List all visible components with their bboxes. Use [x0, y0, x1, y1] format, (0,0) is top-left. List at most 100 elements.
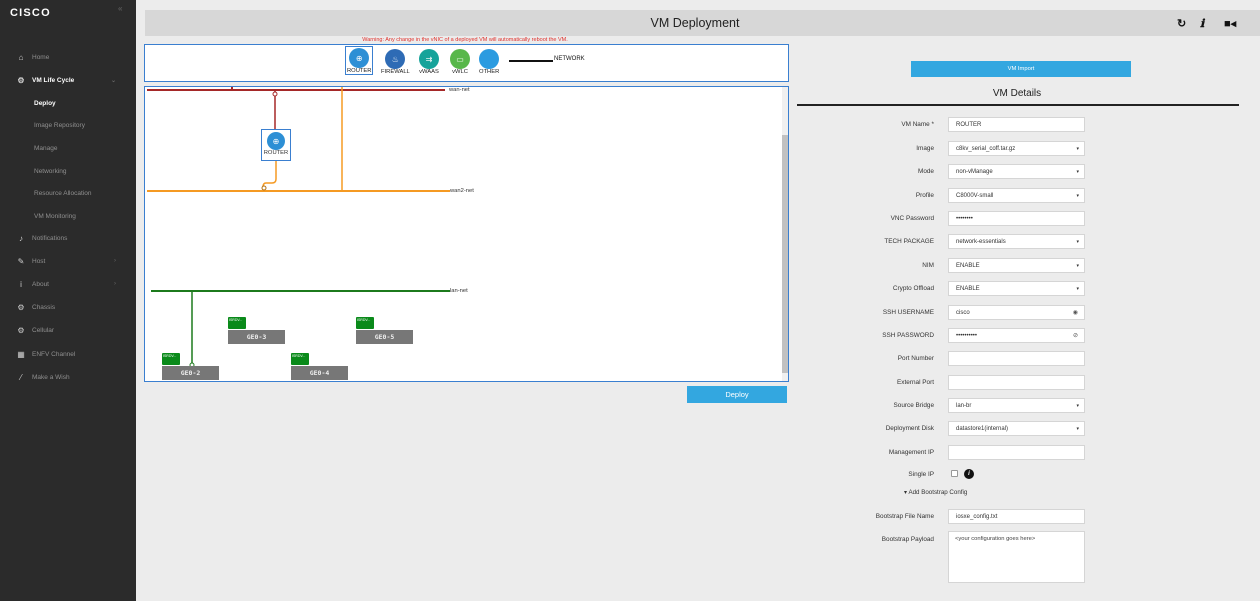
nav-about[interactable]: i About ›: [0, 273, 136, 295]
field-value: cisco: [956, 309, 970, 316]
nav-notifications[interactable]: ♪ Notifications: [0, 227, 136, 249]
palette-vwaas[interactable]: ⇉ vWAAS: [419, 49, 439, 75]
field-label-vnc-password: VNC Password: [890, 215, 934, 222]
cisco-logo: CISCO: [10, 7, 51, 19]
palette-router[interactable]: ⊕ ROUTER: [345, 46, 374, 75]
palette-label: OTHER: [479, 69, 500, 75]
port-number-input[interactable]: [948, 351, 1085, 366]
network-label[interactable]: NETWORK: [554, 56, 585, 62]
eye-slash-icon[interactable]: ⊘: [1073, 332, 1078, 339]
deployment-disk-select[interactable]: datastore1(internal) ▾: [948, 421, 1085, 436]
source-bridge-select[interactable]: lan-br ▾: [948, 398, 1085, 413]
router-node[interactable]: ⊕ ROUTER: [261, 129, 291, 161]
nav-manage[interactable]: Manage: [0, 137, 136, 159]
port-ge0-3[interactable]: GE0-3: [228, 330, 285, 344]
add-bootstrap-toggle[interactable]: ▾ Add Bootstrap Config: [904, 489, 967, 496]
caret-down-icon: ▾: [1076, 402, 1079, 409]
nav-vm-monitoring[interactable]: VM Monitoring: [0, 205, 136, 227]
wan-net-label: wan-net: [449, 87, 470, 93]
port-tab: ISRDV...: [356, 317, 374, 329]
field-label-mode: Mode: [918, 168, 934, 175]
nim-select[interactable]: ENABLE ▾: [948, 258, 1085, 273]
crypto-offload-select[interactable]: ENABLE ▾: [948, 281, 1085, 296]
collapse-icon[interactable]: «: [118, 4, 122, 13]
port-ge0-4[interactable]: GE0-4: [291, 366, 348, 380]
warning-message: Warning: Any change in the vNIC of a dep…: [362, 37, 568, 43]
wan2-port-dot: [261, 185, 267, 191]
management-ip-input[interactable]: [948, 445, 1085, 460]
image-select[interactable]: c8kv_serial_coff.tar.gz ▾: [948, 141, 1085, 156]
nav-image-repository[interactable]: Image Repository: [0, 114, 136, 136]
refresh-icon[interactable]: ↻: [1177, 17, 1186, 30]
ssh-password-input[interactable]: •••••••••• ⊘: [948, 328, 1085, 343]
field-value: ROUTER: [956, 121, 982, 128]
single-ip-checkbox[interactable]: [951, 470, 958, 477]
field-value: datastore1(internal): [956, 425, 1009, 432]
vm-name-input[interactable]: ROUTER: [948, 117, 1085, 132]
field-label-single-ip: Single IP: [908, 471, 934, 478]
nav-label: Networking: [34, 167, 67, 175]
caret-down-icon: ▾: [1076, 192, 1079, 199]
nav-enfv-channel[interactable]: ▦ ENFV Channel: [0, 343, 136, 365]
nav-label: Notifications: [32, 234, 68, 242]
vm-palette: ⊕ ROUTER ♨ FIREWALL ⇉ vWAAS ▭ vWLC OTHER…: [144, 44, 789, 82]
palette-other[interactable]: OTHER: [479, 49, 499, 75]
gear-icon: ⚙: [17, 325, 25, 335]
magic-wand-icon: ⁄: [20, 372, 22, 382]
gear-icon: ⚙: [17, 75, 25, 85]
field-label-management-ip: Management IP: [888, 449, 934, 456]
router-node-label: ROUTER: [263, 150, 289, 156]
caret-down-icon: ▾: [1076, 145, 1079, 152]
palette-vwlc[interactable]: ▭ vWLC: [450, 49, 470, 75]
scroll-thumb[interactable]: [782, 135, 788, 373]
external-port-input[interactable]: [948, 375, 1085, 390]
nav-label: Cellular: [32, 326, 55, 334]
nav-label: Home: [32, 53, 50, 61]
nav-label: Image Repository: [34, 121, 85, 129]
vm-import-button[interactable]: VM Import: [911, 61, 1131, 77]
port-ge0-5[interactable]: GE0-5: [356, 330, 413, 344]
port-tab: ISRDV...: [291, 353, 309, 365]
field-label-vm-name: VM Name *: [901, 121, 934, 128]
field-label-ssh-password: SSH PASSWORD: [882, 332, 934, 339]
ssh-username-input[interactable]: cisco ◉: [948, 305, 1085, 320]
deploy-button[interactable]: Deploy: [687, 386, 787, 403]
nav-cellular[interactable]: ⚙ Cellular: [0, 319, 136, 341]
topology-canvas[interactable]: wan-net wan2-net lan-net ⊕ ROUTER ISRDV.…: [144, 86, 789, 382]
field-label-source-bridge: Source Bridge: [893, 402, 935, 409]
canvas-scrollbar[interactable]: [782, 87, 788, 381]
lan-net-label: lan-net: [450, 288, 468, 294]
info-icon[interactable]: i: [964, 469, 974, 479]
mode-select[interactable]: non-vManage ▾: [948, 164, 1085, 179]
nav-resource-allocation[interactable]: Resource Allocation: [0, 182, 136, 204]
nav-home[interactable]: ⌂ Home: [0, 46, 136, 68]
palette-label: FIREWALL: [381, 69, 410, 75]
caret-down-icon: ▾: [1076, 238, 1079, 245]
tech-package-select[interactable]: network-essentials ▾: [948, 234, 1085, 249]
network-line-icon[interactable]: [509, 60, 553, 62]
vm-details-title: VM Details: [992, 88, 1042, 99]
video-icon[interactable]: ■◂: [1224, 17, 1236, 30]
bootstrap-payload-textarea[interactable]: <your configuration goes here>: [948, 531, 1085, 583]
nav-networking[interactable]: Networking: [0, 160, 136, 182]
nav-host[interactable]: ✎ Host ›: [0, 250, 136, 272]
palette-firewall[interactable]: ♨ FIREWALL: [381, 49, 410, 75]
field-label-bootstrap-payload: Bootstrap Payload: [881, 536, 934, 543]
wan-port-dot: [272, 91, 278, 97]
chevron-right-icon: ›: [114, 258, 116, 264]
info-icon[interactable]: ℹ: [1200, 17, 1204, 30]
nav-make-a-wish[interactable]: ⁄ Make a Wish: [0, 366, 136, 388]
building-icon: ▦: [17, 349, 25, 359]
vnc-password-input[interactable]: ••••••••: [948, 211, 1085, 226]
eye-icon[interactable]: ◉: [1073, 309, 1078, 316]
bootstrap-file-name-input[interactable]: iosxe_config.txt: [948, 509, 1085, 524]
profile-select[interactable]: C8000V-small ▾: [948, 188, 1085, 203]
port-ge0-2[interactable]: GE0-2: [162, 366, 219, 380]
other-icon: [479, 49, 500, 69]
firewall-icon: ♨: [385, 49, 406, 69]
nav-deploy[interactable]: Deploy: [0, 92, 136, 114]
nav-vm-life-cycle[interactable]: ⚙ VM Life Cycle ⌄: [0, 69, 136, 91]
port-tab: ISRDV...: [162, 353, 180, 365]
page-title: VM Deployment: [650, 16, 740, 30]
nav-chassis[interactable]: ⚙ Chassis: [0, 296, 136, 318]
